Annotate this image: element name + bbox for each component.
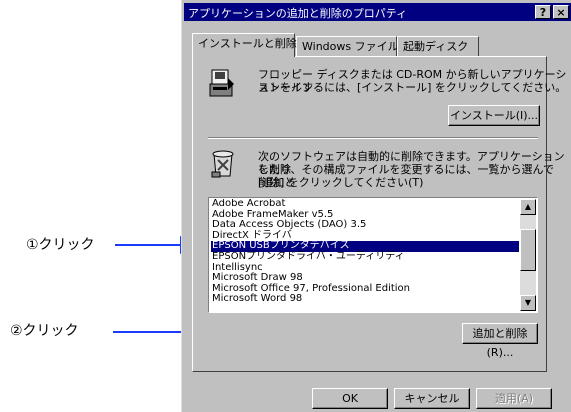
add-remove-button[interactable]: 追加と削除(R)... bbox=[462, 323, 538, 359]
title-bar: アプリケーションの追加と削除のプロパティ ? × bbox=[184, 3, 571, 21]
section-divider bbox=[208, 137, 538, 139]
tab-windows-files[interactable]: Windows ファイル bbox=[296, 36, 399, 56]
cancel-button[interactable]: キャンセル bbox=[394, 388, 470, 409]
remove-text-line-3: 削除] をクリックしてください(T) bbox=[258, 176, 424, 189]
ok-button[interactable]: OK bbox=[312, 388, 388, 409]
install-disk-icon bbox=[209, 69, 234, 97]
scroll-down-icon[interactable]: ▼ bbox=[520, 295, 536, 311]
apply-button[interactable]: 適用(A) bbox=[476, 388, 552, 409]
recycle-bin-icon bbox=[211, 150, 234, 178]
list-item[interactable]: Microsoft Word 98 bbox=[211, 294, 519, 305]
dialog-title: アプリケーションの追加と削除のプロパティ bbox=[188, 7, 408, 20]
scroll-thumb[interactable] bbox=[520, 229, 536, 271]
tab-install-remove[interactable]: インストールと削除 bbox=[192, 33, 297, 57]
list-item[interactable]: EPSONプリンタドライバ・ユーティリティ bbox=[211, 251, 519, 263]
annotation-arrow-1 bbox=[115, 244, 181, 246]
close-button[interactable]: × bbox=[553, 5, 569, 19]
properties-dialog: アプリケーションの追加と削除のプロパティ ? × インストールと削除 Windo… bbox=[181, 0, 571, 412]
help-button[interactable]: ? bbox=[535, 5, 551, 19]
install-text-line-2: ストールするには、[インストール] をクリックしてください。 bbox=[258, 81, 567, 94]
program-list-items: Adobe Acrobat Adobe FrameMaker v5.5 Data A… bbox=[211, 199, 519, 311]
annotation-click-1: ①クリック bbox=[26, 237, 95, 253]
list-item[interactable]: Adobe Acrobat bbox=[211, 199, 519, 210]
program-list[interactable]: Adobe Acrobat Adobe FrameMaker v5.5 Data A… bbox=[208, 197, 538, 313]
annotation-click-2: ②クリック bbox=[10, 323, 79, 339]
scroll-up-icon[interactable]: ▲ bbox=[520, 199, 536, 215]
tab-startup-disk[interactable]: 起動ディスク bbox=[397, 36, 479, 56]
list-scrollbar[interactable]: ▲ ▼ bbox=[520, 199, 536, 311]
install-button[interactable]: インストール(I)... bbox=[448, 105, 540, 126]
